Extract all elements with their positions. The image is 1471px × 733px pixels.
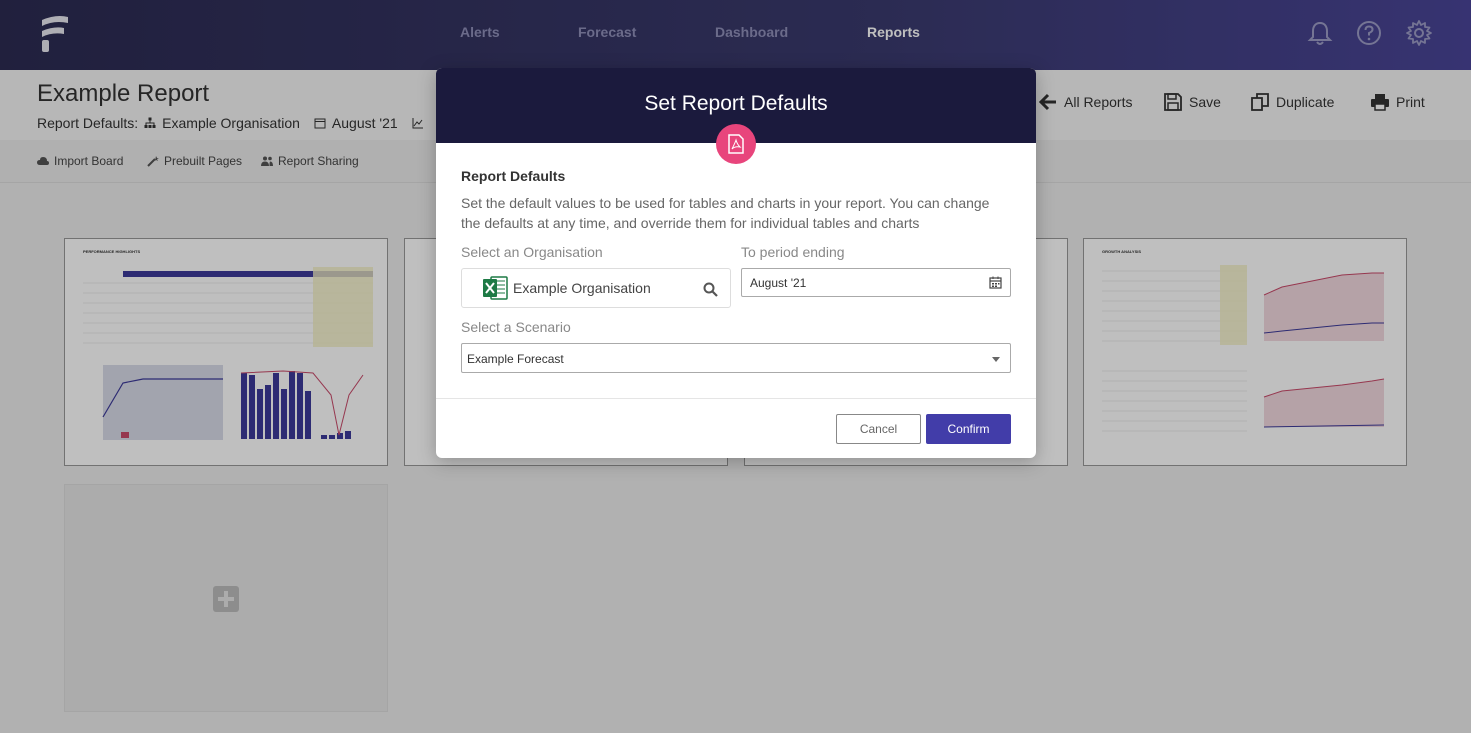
period-value: August '21 — [750, 276, 807, 290]
section-title: Report Defaults — [461, 168, 566, 184]
scenario-value: Example Forecast — [467, 352, 564, 366]
calendar-icon[interactable] — [989, 276, 1002, 289]
scenario-select[interactable]: Example Forecast — [461, 343, 1011, 373]
organisation-label: Select an Organisation — [461, 244, 603, 260]
period-label: To period ending — [741, 244, 845, 260]
excel-icon — [483, 276, 508, 300]
section-description: Set the default values to be used for ta… — [461, 195, 990, 231]
pdf-file-icon — [728, 134, 744, 154]
cancel-button[interactable]: Cancel — [836, 414, 921, 444]
chevron-down-icon — [992, 357, 1000, 362]
set-report-defaults-modal: Set Report Defaults Report Defaults Set … — [436, 68, 1036, 458]
pdf-badge — [716, 124, 756, 164]
confirm-button[interactable]: Confirm — [926, 414, 1011, 444]
modal-body: Report Defaults Set the default values t… — [461, 168, 1011, 233]
modal-title: Set Report Defaults — [644, 92, 828, 115]
organisation-selector[interactable]: Example Organisation — [461, 268, 731, 308]
search-icon[interactable] — [703, 282, 718, 297]
period-date-field[interactable]: August '21 — [741, 268, 1011, 297]
modal-divider — [436, 398, 1036, 399]
scenario-label: Select a Scenario — [461, 319, 571, 335]
organisation-value: Example Organisation — [513, 280, 651, 296]
